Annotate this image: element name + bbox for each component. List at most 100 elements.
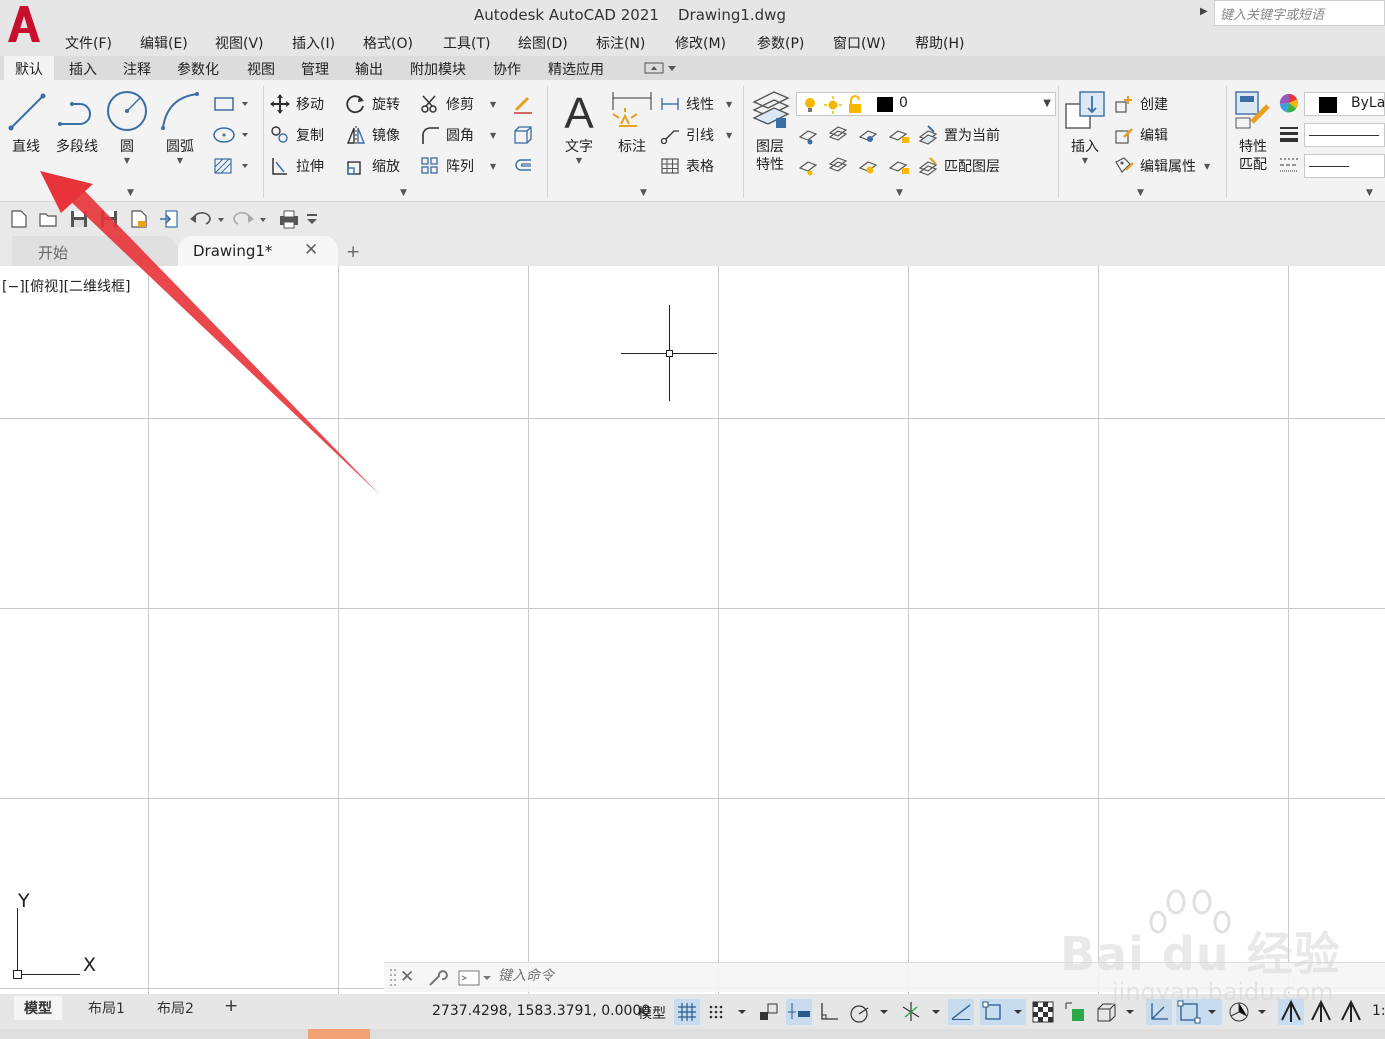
trim-dropdown-icon[interactable]: ▼ bbox=[490, 100, 496, 109]
redo-icon[interactable] bbox=[230, 209, 270, 229]
tab-layout1[interactable]: 布局1 bbox=[78, 996, 135, 1020]
tab-featured-apps[interactable]: 精选应用 bbox=[538, 56, 614, 80]
close-command-line-icon[interactable]: ✕ bbox=[400, 967, 414, 987]
selection-filter-icon[interactable] bbox=[1176, 999, 1222, 1025]
menu-window[interactable]: 窗口(W) bbox=[833, 33, 886, 53]
share-icon[interactable] bbox=[158, 209, 180, 229]
color-dropdown[interactable]: ByLay bbox=[1304, 92, 1385, 116]
rectangle-icon[interactable] bbox=[212, 94, 248, 114]
line-button[interactable]: 直线 bbox=[2, 88, 50, 156]
annotation-scale-icon[interactable] bbox=[1338, 999, 1364, 1025]
menu-format[interactable]: 格式(O) bbox=[363, 33, 413, 53]
scale-button[interactable]: 缩放 bbox=[346, 154, 400, 178]
new-file-icon[interactable] bbox=[8, 209, 30, 229]
trim-button[interactable]: 修剪 ▼ bbox=[420, 92, 496, 116]
object-snap-tracking-icon[interactable] bbox=[948, 999, 974, 1025]
erase-icon[interactable] bbox=[512, 94, 534, 114]
layer-tools-row1-icons[interactable] bbox=[798, 125, 918, 145]
linear-dropdown-icon[interactable]: ▼ bbox=[726, 100, 732, 109]
rotate-button[interactable]: 旋转 bbox=[346, 92, 400, 116]
circle-dropdown-icon[interactable]: ▼ bbox=[104, 156, 150, 165]
hatch-icon[interactable] bbox=[212, 156, 248, 176]
menu-help[interactable]: 帮助(H) bbox=[915, 33, 964, 53]
tab-addins[interactable]: 附加模块 bbox=[400, 56, 476, 80]
tab-collaborate[interactable]: 协作 bbox=[482, 56, 532, 80]
ortho-mode-icon[interactable] bbox=[816, 999, 842, 1025]
infer-constraints-icon[interactable] bbox=[756, 999, 782, 1025]
array-button[interactable]: 阵列 ▼ bbox=[420, 154, 496, 178]
plot-icon[interactable] bbox=[278, 209, 300, 229]
match-properties-button[interactable]: 特性 匹配 bbox=[1230, 88, 1276, 174]
offset-icon[interactable] bbox=[512, 156, 534, 176]
command-input[interactable] bbox=[498, 968, 898, 984]
modify-panel-expand-icon[interactable]: ▼ bbox=[400, 188, 407, 198]
move-button[interactable]: 移动 bbox=[270, 92, 324, 116]
snap-mode-icon[interactable] bbox=[704, 999, 750, 1025]
menu-insert[interactable]: 插入(I) bbox=[292, 33, 335, 53]
selection-cycling-icon[interactable] bbox=[1062, 999, 1088, 1025]
annotation-panel-expand-icon[interactable]: ▼ bbox=[640, 188, 647, 198]
layers-panel-expand-icon[interactable]: ▼ bbox=[896, 188, 903, 198]
edit-attributes-button[interactable]: 编辑属性 ▼ bbox=[1114, 154, 1210, 178]
ellipse-icon[interactable] bbox=[212, 125, 248, 145]
fillet-dropdown-icon[interactable]: ▼ bbox=[490, 131, 496, 140]
polyline-button[interactable]: 多段线 bbox=[52, 88, 102, 156]
create-block-button[interactable]: 创建 bbox=[1114, 92, 1168, 116]
tab-parametric[interactable]: 参数化 bbox=[168, 56, 228, 80]
isometric-drafting-icon[interactable] bbox=[898, 999, 944, 1025]
explode-icon[interactable] bbox=[512, 125, 534, 145]
add-layout-button[interactable]: + bbox=[214, 996, 248, 1020]
tab-manage[interactable]: 管理 bbox=[290, 56, 340, 80]
tab-insert[interactable]: 插入 bbox=[58, 56, 108, 80]
tab-output[interactable]: 输出 bbox=[344, 56, 394, 80]
layer-tools-row2-icons[interactable] bbox=[798, 156, 918, 176]
dynamic-input-icon[interactable] bbox=[786, 999, 812, 1025]
layer-dropdown[interactable]: 0 ▼ bbox=[796, 92, 1056, 116]
array-dropdown-icon[interactable]: ▼ bbox=[490, 162, 496, 171]
layer-dropdown-arrow-icon[interactable]: ▼ bbox=[1043, 98, 1051, 109]
menu-tools[interactable]: 工具(T) bbox=[443, 33, 490, 53]
edit-attributes-dropdown-icon[interactable]: ▼ bbox=[1204, 162, 1210, 171]
stretch-button[interactable]: 拉伸 bbox=[270, 154, 324, 178]
lineweight-icon[interactable] bbox=[1278, 124, 1300, 144]
linear-button[interactable]: 线性 ▼ bbox=[660, 92, 732, 116]
leader-dropdown-icon[interactable]: ▼ bbox=[726, 131, 732, 140]
layer-properties-button[interactable]: 图层 特性 bbox=[748, 88, 792, 174]
tab-default[interactable]: 默认 bbox=[4, 56, 54, 80]
close-tab-icon[interactable]: ✕ bbox=[304, 240, 318, 260]
mirror-button[interactable]: 镜像 bbox=[346, 123, 400, 147]
linetype-icon[interactable] bbox=[1278, 155, 1300, 175]
tab-annotate[interactable]: 注释 bbox=[112, 56, 162, 80]
menu-draw[interactable]: 绘图(D) bbox=[518, 33, 568, 53]
insert-block-button[interactable]: 插入 ▼ bbox=[1062, 88, 1108, 165]
object-snap-icon[interactable] bbox=[980, 999, 1026, 1025]
edit-block-button[interactable]: 编辑 bbox=[1114, 123, 1168, 147]
arc-dropdown-icon[interactable]: ▼ bbox=[157, 156, 203, 165]
search-expand-icon[interactable]: ▶ bbox=[1200, 6, 1208, 17]
linetype-dropdown[interactable] bbox=[1304, 154, 1385, 178]
menu-file[interactable]: 文件(F) bbox=[65, 33, 112, 53]
drawing-canvas[interactable]: [−][俯视][二维线框] Y X bbox=[0, 266, 1385, 994]
tab-start[interactable]: 开始 bbox=[12, 236, 178, 266]
dimension-button[interactable]: 标注 bbox=[608, 88, 656, 156]
autocad-logo-icon[interactable] bbox=[6, 4, 42, 44]
text-dropdown-icon[interactable]: ▼ bbox=[556, 156, 602, 165]
open-file-icon[interactable] bbox=[38, 209, 60, 229]
set-current-layer-button[interactable]: 置为当前 bbox=[918, 123, 1000, 147]
lineweight-dropdown[interactable] bbox=[1304, 123, 1385, 147]
menu-dimension[interactable]: 标注(N) bbox=[596, 33, 645, 53]
command-line-grip-icon[interactable] bbox=[388, 967, 398, 989]
viewport-controls-label[interactable]: [−][俯视][二维线框] bbox=[2, 276, 131, 296]
search-input[interactable]: 键入关键字或短语 bbox=[1214, 0, 1385, 26]
tab-view[interactable]: 视图 bbox=[236, 56, 286, 80]
copy-button[interactable]: 复制 bbox=[270, 123, 324, 147]
tab-drawing1[interactable]: Drawing1* ✕ bbox=[178, 236, 338, 266]
menu-view[interactable]: 视图(V) bbox=[215, 33, 264, 53]
gizmo-icon[interactable] bbox=[1226, 999, 1272, 1025]
coordinates-readout[interactable]: 2737.4298, 1583.3791, 0.0000 bbox=[432, 1003, 650, 1019]
leader-button[interactable]: 引线 ▼ bbox=[660, 123, 732, 147]
dynamic-ucs-icon[interactable] bbox=[1146, 999, 1172, 1025]
table-button[interactable]: 表格 bbox=[660, 154, 714, 178]
color-wheel-icon[interactable] bbox=[1278, 93, 1300, 113]
customize-command-line-icon[interactable] bbox=[426, 967, 448, 989]
